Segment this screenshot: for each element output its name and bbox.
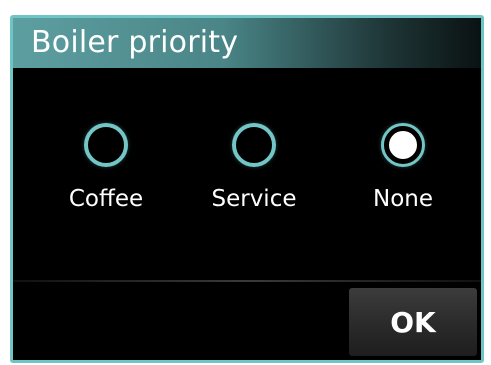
ok-button[interactable]: OK bbox=[349, 288, 477, 356]
service-label: Service bbox=[211, 186, 297, 212]
coffee-label: Coffee bbox=[68, 186, 144, 212]
option-service[interactable]: Service bbox=[189, 123, 319, 243]
coffee-radio[interactable] bbox=[84, 123, 128, 167]
divider bbox=[13, 280, 481, 282]
none-radio[interactable] bbox=[381, 123, 425, 167]
service-radio[interactable] bbox=[232, 123, 276, 167]
option-none[interactable]: None bbox=[338, 123, 468, 243]
dialog-title: Boiler priority bbox=[31, 25, 239, 60]
priority-options: Coffee Service None bbox=[13, 68, 481, 280]
boiler-priority-dialog: Boiler priority Coffee Service None OK bbox=[10, 15, 484, 363]
radio-selected-dot bbox=[393, 135, 413, 155]
ok-label: OK bbox=[390, 305, 436, 339]
title-bar: Boiler priority bbox=[13, 18, 481, 68]
none-label: None bbox=[372, 186, 433, 212]
option-coffee[interactable]: Coffee bbox=[41, 123, 171, 243]
